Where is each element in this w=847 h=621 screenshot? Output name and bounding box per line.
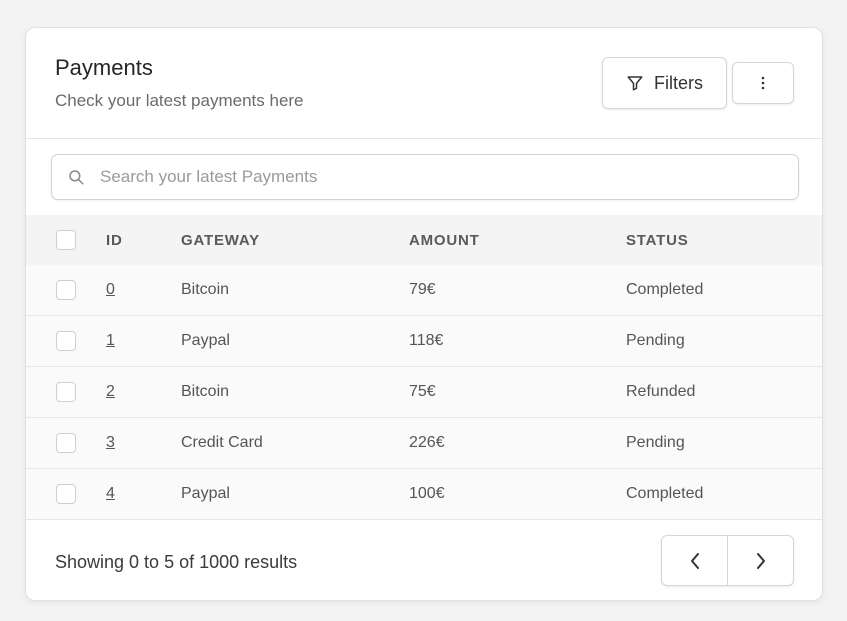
table-row: 1 Paypal 118€ Pending [26, 316, 822, 367]
payment-id-link[interactable]: 4 [106, 485, 115, 503]
filter-icon [627, 76, 643, 91]
pagination [661, 535, 794, 586]
gateway-cell: Credit Card [181, 434, 263, 451]
search-icon [69, 170, 84, 185]
amount-cell: 226€ [409, 434, 445, 451]
search-box [51, 154, 799, 200]
status-cell: Completed [626, 281, 704, 298]
status-cell: Refunded [626, 383, 696, 400]
table-row: 0 Bitcoin 79€ Completed [26, 265, 822, 316]
amount-cell: 75€ [409, 383, 436, 400]
filters-label: Filters [654, 72, 703, 93]
page-title: Payments [55, 55, 153, 80]
column-header-id: ID [106, 232, 123, 249]
select-all-checkbox[interactable] [56, 230, 76, 250]
filters-button[interactable]: Filters [602, 57, 727, 109]
payment-id-link[interactable]: 2 [106, 383, 115, 401]
previous-page-button[interactable] [662, 536, 727, 585]
row-checkbox[interactable] [56, 280, 76, 300]
table-row: 2 Bitcoin 75€ Refunded [26, 367, 822, 418]
amount-cell: 79€ [409, 281, 436, 298]
payment-id-link[interactable]: 1 [106, 332, 115, 350]
column-header-amount: AMOUNT [409, 232, 480, 249]
gateway-cell: Bitcoin [181, 383, 230, 400]
status-cell: Pending [626, 332, 685, 349]
more-options-button[interactable] [732, 62, 794, 104]
next-page-button[interactable] [727, 536, 793, 585]
status-cell: Completed [626, 485, 704, 502]
chevron-left-icon [690, 552, 699, 569]
column-header-status: STATUS [626, 232, 689, 249]
amount-cell: 100€ [409, 485, 445, 502]
table-header: ID GATEWAY AMOUNT STATUS [26, 215, 822, 265]
table-row: 3 Credit Card 226€ Pending [26, 418, 822, 469]
column-header-gateway: GATEWAY [181, 232, 260, 249]
gateway-cell: Paypal [181, 332, 230, 349]
page-subtitle: Check your latest payments here [55, 91, 304, 110]
row-checkbox[interactable] [56, 382, 76, 402]
amount-cell: 118€ [409, 332, 444, 349]
row-checkbox[interactable] [56, 433, 76, 453]
gateway-cell: Bitcoin [181, 281, 230, 298]
results-summary: Showing 0 to 5 of 1000 results [55, 552, 298, 572]
payment-id-link[interactable]: 3 [106, 434, 115, 452]
card-header: Payments Check your latest payments here… [26, 28, 822, 139]
row-checkbox[interactable] [56, 331, 76, 351]
status-cell: Pending [626, 434, 685, 451]
more-vertical-icon [761, 76, 765, 90]
row-checkbox[interactable] [56, 484, 76, 504]
payments-card: Payments Check your latest payments here… [25, 27, 823, 601]
payment-id-link[interactable]: 0 [106, 281, 115, 299]
chevron-right-icon [756, 552, 765, 569]
gateway-cell: Paypal [181, 485, 230, 502]
table-row: 4 Paypal 100€ Completed [26, 469, 822, 520]
search-input[interactable] [100, 155, 780, 199]
